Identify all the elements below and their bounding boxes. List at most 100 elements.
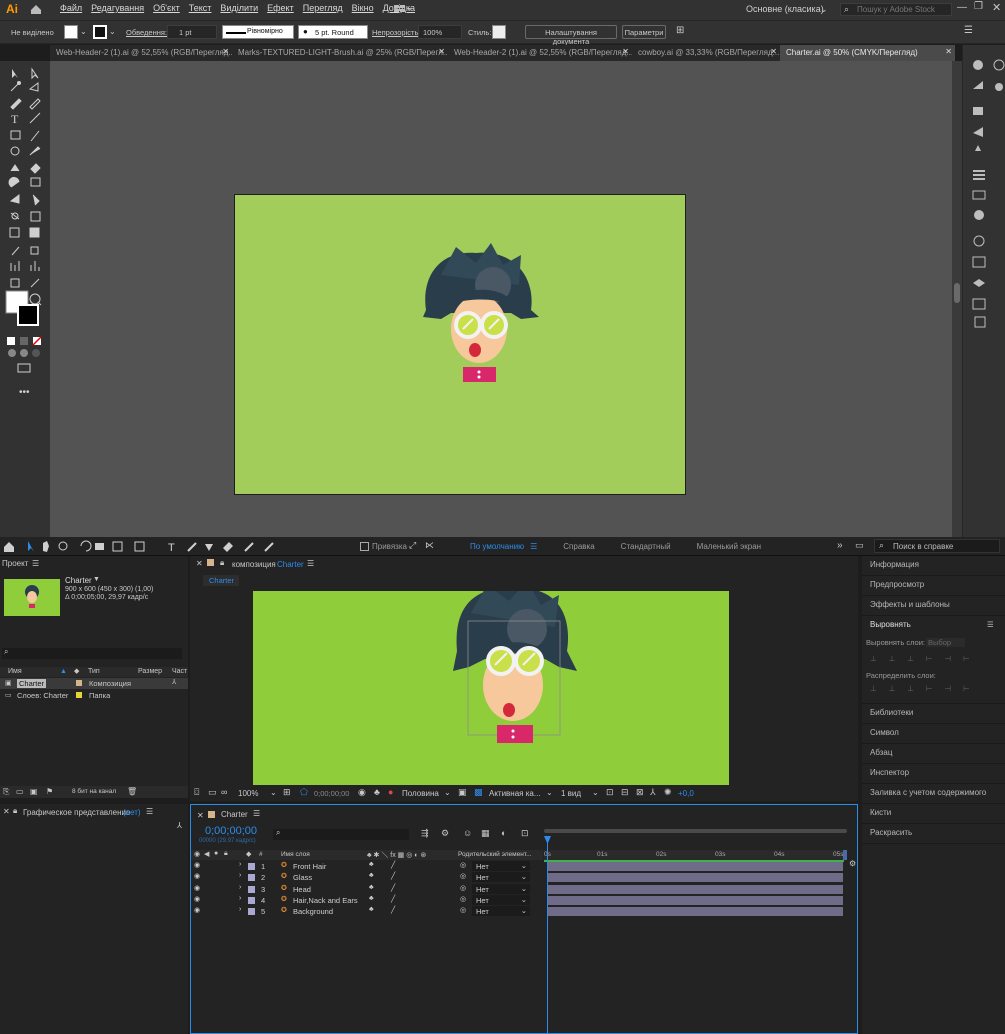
vr-icon[interactable]: ∞ [221, 787, 227, 797]
shy-switch-icon[interactable]: ♣ [369, 861, 374, 868]
pickwhip-icon[interactable]: ◎ [460, 884, 466, 892]
toggle-pixel-icon[interactable]: ⊡ [606, 787, 614, 798]
layer-duration-bar[interactable] [547, 862, 843, 871]
zoom-select[interactable]: 100% [238, 789, 258, 798]
parent-select[interactable]: Нет ⌄ [472, 906, 530, 917]
comp-button-icon[interactable]: ⚙ [849, 859, 856, 868]
sync-icon[interactable]: ▭ [855, 540, 864, 551]
flowchart-icon[interactable]: ⅄ [650, 787, 656, 798]
minimize-icon[interactable]: — [957, 2, 967, 13]
close-tab-icon[interactable]: ✕ [622, 47, 629, 56]
quality-switch-icon[interactable]: ╱ [391, 861, 395, 869]
panel-8[interactable]: Заливка с учетом содержимого [862, 784, 1005, 804]
layer-row[interactable]: ◉ › 4 ✪ Hair,Nack and Ears ♣ ╱ ◎ Нет ⌄ [193, 894, 543, 906]
pickwhip-icon[interactable]: ◎ [460, 861, 466, 869]
eye-icon[interactable]: ◉ [194, 861, 200, 869]
grid-icon[interactable]: ⊞ [283, 787, 291, 798]
project-item-folder[interactable]: ▭ Слоев: Charter Папка [0, 690, 188, 701]
workspace-3[interactable]: Маленький экран [697, 542, 761, 551]
render-queue-icon[interactable]: ⚑ [46, 787, 53, 796]
snap-options-icon[interactable]: ⤢ [409, 540, 416, 551]
expand-chevron-icon[interactable]: › [239, 861, 241, 868]
document-tab[interactable]: Web-Header-2 (1).ai @ 52,55% (RGB/Перегл… [448, 45, 632, 61]
layer-row[interactable]: ◉ › 3 ✪ Head ♣ ╱ ◎ Нет ⌄ [193, 883, 543, 895]
stroke-weight-field[interactable]: 1 pt [167, 25, 217, 39]
panel-2[interactable]: Эффекты и шаблоны [862, 596, 1005, 616]
pickwhip-icon[interactable]: ◎ [460, 895, 466, 903]
timeline-tab[interactable]: Charter [221, 810, 248, 819]
parent-select[interactable]: Нет ⌄ [472, 872, 530, 883]
trash-icon[interactable]: 🗑 [127, 787, 137, 796]
chevron-down-icon[interactable]: ⌄ [109, 27, 116, 36]
chevron-down-icon[interactable]: ⌄ [820, 4, 828, 15]
close-tab-icon[interactable]: ✕ [770, 47, 777, 56]
dropdown-icon[interactable]: ▼ [93, 576, 100, 583]
exposure-value[interactable]: +0,0 [678, 789, 694, 798]
panel-6[interactable]: Абзац [862, 744, 1005, 764]
snap-grid-icon[interactable]: ⋉ [425, 540, 434, 551]
flowchart-target[interactable]: (нет) [123, 808, 141, 817]
menu-item-7[interactable]: Вікно [352, 3, 374, 13]
opacity-field[interactable]: 100% [418, 25, 462, 39]
document-canvas[interactable] [50, 61, 952, 537]
arrange-documents-icon[interactable] [394, 4, 414, 14]
project-item-comp[interactable]: ▣ Charter Композиция ⅄ [0, 678, 188, 689]
restore-icon[interactable]: ❐ [974, 1, 983, 12]
col-name[interactable]: Имя [8, 668, 22, 675]
close-icon[interactable]: ✕ [3, 807, 10, 816]
playhead[interactable] [547, 837, 548, 1033]
parent-select[interactable]: Нет ⌄ [472, 861, 530, 871]
snapshot-icon[interactable]: ◉ [358, 787, 366, 798]
expand-chevron-icon[interactable]: › [239, 895, 241, 902]
layer-row[interactable]: ◉ › 2 ✪ Glass ♣ ╱ ◎ Нет ⌄ [193, 872, 543, 883]
current-time[interactable]: 0;00;00;00 [314, 789, 349, 798]
panel-1[interactable]: Предпросмотр [862, 576, 1005, 596]
parent-select[interactable]: Нет ⌄ [472, 883, 530, 894]
layer-duration-bar[interactable] [547, 895, 843, 905]
chevron-down-icon[interactable]: ⌄ [270, 788, 277, 797]
quality-switch-icon[interactable]: ╱ [391, 906, 395, 914]
time-ruler[interactable]: 0s01s02s03s04s05s [544, 850, 847, 860]
col-rate[interactable]: Част [172, 668, 187, 675]
view-layout-select[interactable]: 1 вид [561, 789, 581, 798]
quality-switch-icon[interactable]: ╱ [391, 884, 395, 892]
layer-name[interactable]: Hair,Nack and Ears [293, 896, 358, 905]
col-layer-name[interactable]: Имя слоя [281, 851, 310, 858]
label-color[interactable] [248, 874, 255, 882]
panel-10[interactable]: Раскрасить [862, 824, 1005, 844]
pickwhip-icon[interactable]: ◎ [460, 906, 466, 914]
document-tab[interactable]: cowboy.ai @ 33,33% (RGB/Перегляд... ✕ [632, 45, 780, 61]
comp-view-tab[interactable]: Charter [203, 575, 239, 586]
playhead-handle[interactable] [544, 836, 551, 844]
layer-name[interactable]: Front Hair [293, 862, 326, 871]
flowchart-icon[interactable]: ⅄ [177, 821, 182, 830]
stock-search[interactable]: ⌕ Пошук у Adobe Stock [840, 3, 952, 16]
label-color[interactable] [248, 896, 255, 904]
chevron-down-icon[interactable]: ⌄ [80, 27, 87, 36]
close-tab-icon[interactable]: ✕ [945, 47, 952, 56]
interpret-footage-icon[interactable]: ⎘ [3, 787, 9, 797]
workspace-switcher[interactable]: Основне (класика) [746, 4, 824, 14]
region-of-interest-icon[interactable]: ▣ [458, 787, 467, 798]
expand-chevron-icon[interactable]: › [239, 884, 241, 891]
label-color[interactable] [76, 680, 82, 686]
layer-row[interactable]: ◉ › 1 ✪ Front Hair ♣ ╱ ◎ Нет ⌄ [193, 861, 543, 872]
panel-menu-icon[interactable]: ☰ [964, 25, 973, 36]
panel-7[interactable]: Инспектор [862, 764, 1005, 784]
shy-switch-icon[interactable]: ♣ [369, 895, 374, 902]
label-color[interactable] [248, 863, 255, 870]
shy-switch-icon[interactable]: ♣ [369, 884, 374, 891]
timeline-icon[interactable]: ⊠ [636, 787, 644, 798]
parent-select[interactable]: Нет ⌄ [472, 894, 530, 905]
work-area-bar[interactable] [544, 829, 847, 833]
help-search[interactable]: ⌕ Поиск в справке [874, 539, 1000, 553]
fill-swatch[interactable] [64, 25, 78, 39]
fast-preview-icon[interactable]: ⊟ [621, 787, 629, 798]
eye-icon[interactable]: ◉ [194, 872, 200, 880]
composition-viewer[interactable] [253, 591, 729, 785]
menu-item-1[interactable]: Редагування [91, 3, 144, 13]
new-composition-icon[interactable]: ▣ [30, 787, 38, 796]
frame-blending-icon[interactable]: ▦ [481, 828, 490, 839]
label-color[interactable] [248, 885, 255, 893]
document-tab[interactable]: Marks-TEXTURED-LIGHT-Brush.ai @ 25% (RGB… [232, 45, 448, 61]
